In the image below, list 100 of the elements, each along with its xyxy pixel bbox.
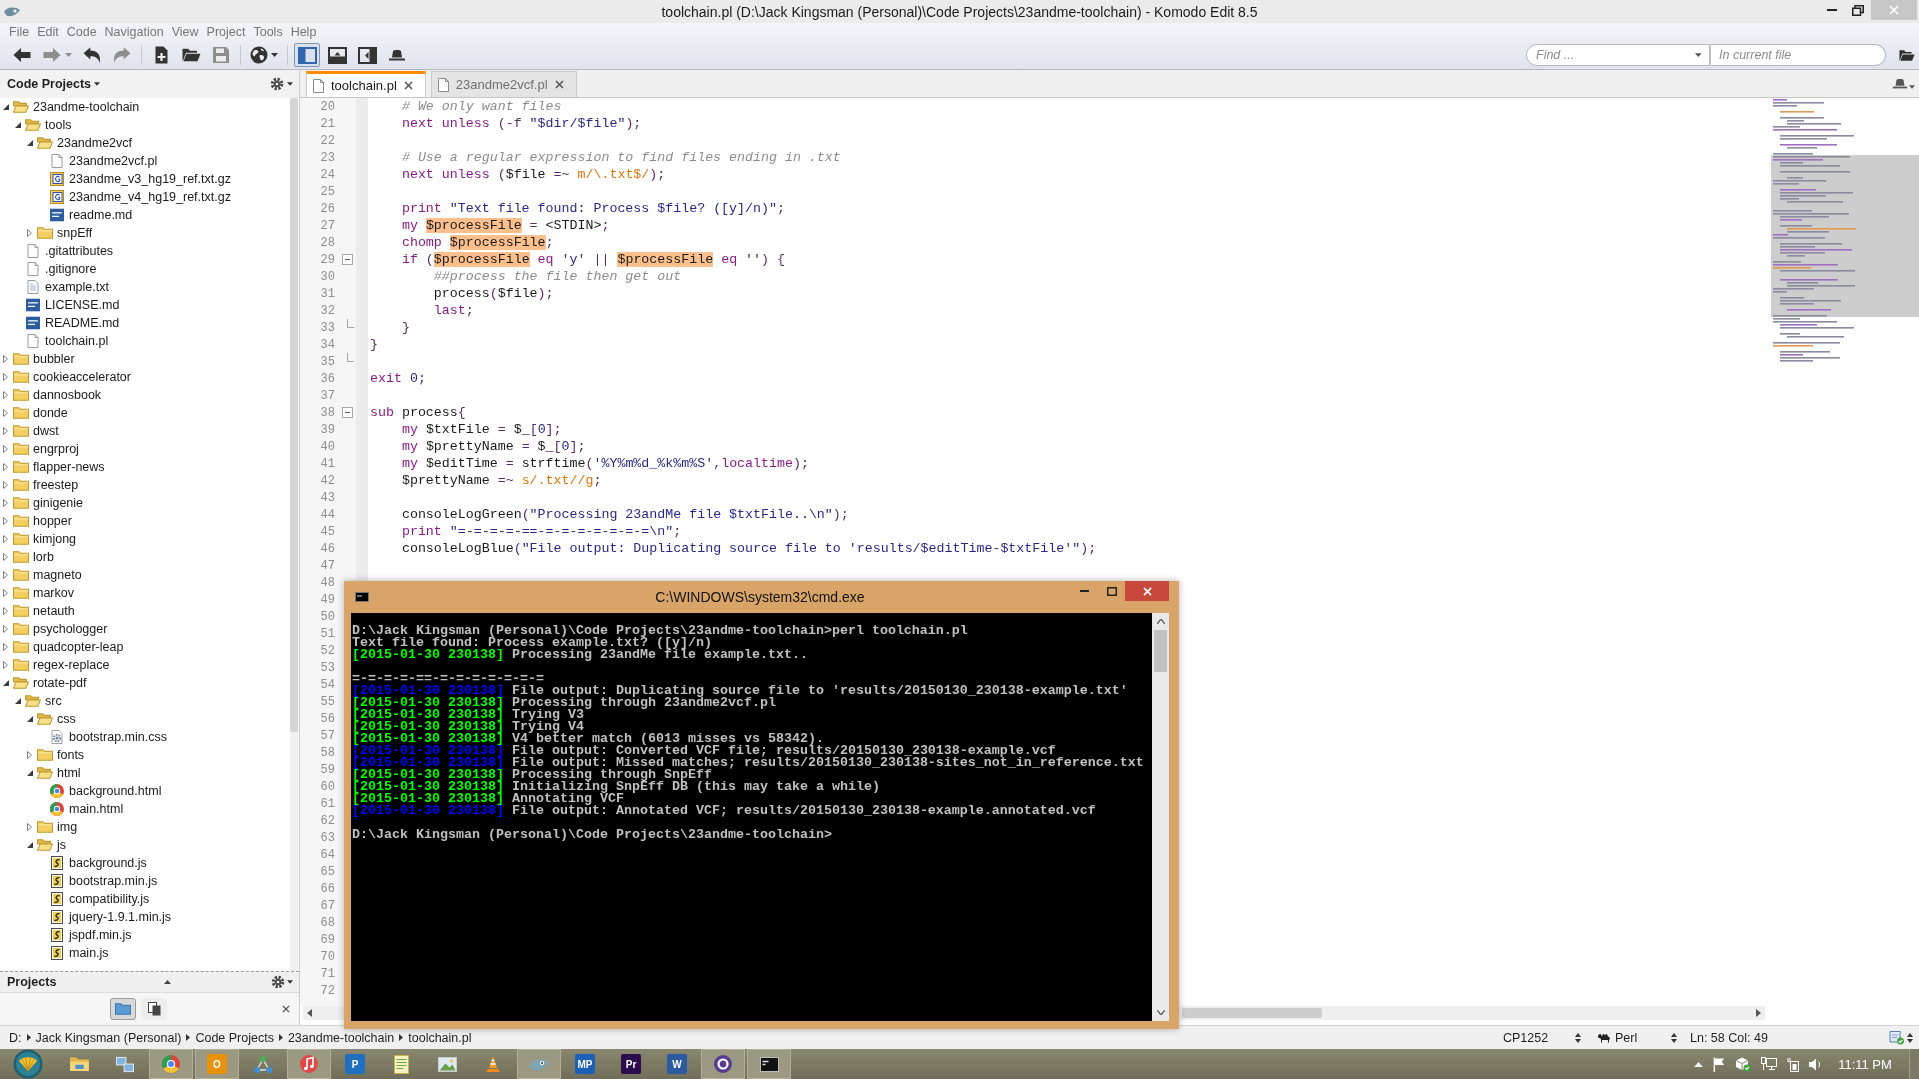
tree-item[interactable]: toolchain.pl xyxy=(0,332,290,350)
caret-up-icon[interactable] xyxy=(163,980,171,984)
triangle-down-icon[interactable] xyxy=(15,698,21,704)
menu-item[interactable]: File xyxy=(9,25,30,39)
caret-down-icon[interactable] xyxy=(1695,53,1702,57)
close-icon[interactable] xyxy=(403,81,413,90)
menu-item[interactable]: Tools xyxy=(253,25,283,39)
triangle-right-icon[interactable] xyxy=(3,571,8,579)
tree-item[interactable]: regex-replace xyxy=(0,656,290,674)
breadcrumb[interactable]: Code Projects xyxy=(195,1030,274,1045)
caret-down-icon[interactable] xyxy=(287,980,293,984)
tree-item[interactable]: 23andme2vcf.pl xyxy=(0,152,290,170)
triangle-right-icon[interactable] xyxy=(3,409,8,417)
triangle-right-icon[interactable] xyxy=(3,517,8,525)
taskbar-button[interactable]: Pr xyxy=(609,1049,653,1079)
triangle-right-icon[interactable] xyxy=(3,355,8,363)
tree-item[interactable]: background.js xyxy=(0,854,290,872)
scrollbar-thumb[interactable] xyxy=(290,98,298,732)
close-icon[interactable] xyxy=(554,80,564,89)
tree-item[interactable]: background.html xyxy=(0,782,290,800)
menu-item[interactable]: Help xyxy=(290,25,317,39)
tree-item[interactable]: .gitignore xyxy=(0,260,290,278)
triangle-right-icon[interactable] xyxy=(3,553,8,561)
menu-item[interactable]: Edit xyxy=(37,25,59,39)
caret-left-icon[interactable] xyxy=(307,1009,312,1017)
menu-item[interactable]: View xyxy=(171,25,199,39)
box-check-icon[interactable] xyxy=(1735,1056,1751,1072)
tree-item[interactable]: 23andme2vcf xyxy=(0,134,290,152)
triangle-right-icon[interactable] xyxy=(27,823,32,831)
tab[interactable]: 23andme2vcf.pl xyxy=(430,71,577,97)
tree-item[interactable]: flapper-news xyxy=(0,458,290,476)
close-button[interactable] xyxy=(1125,581,1169,601)
tree-item[interactable]: dannosbook xyxy=(0,386,290,404)
triangle-down-icon[interactable] xyxy=(3,104,9,110)
triangle-down-icon[interactable] xyxy=(27,140,33,146)
breadcrumb[interactable]: D: xyxy=(9,1030,22,1045)
tree-item[interactable]: jspdf.min.js xyxy=(0,926,290,944)
tree-item[interactable]: README.md xyxy=(0,314,290,332)
tree-item[interactable]: psychologger xyxy=(0,620,290,638)
tree-item[interactable]: img xyxy=(0,818,290,836)
tree-item[interactable]: 23andme_v3_hg19_ref.txt.gz xyxy=(0,170,290,188)
search-field[interactable]: Find ... xyxy=(1526,44,1710,66)
search-input[interactable]: Find ... xyxy=(1536,47,1692,63)
view-button[interactable] xyxy=(141,998,167,1020)
tree-item[interactable]: main.js xyxy=(0,944,290,962)
settings-icon[interactable] xyxy=(271,975,285,989)
tree-item[interactable]: ginigenie xyxy=(0,494,290,512)
scope-field[interactable]: In current file xyxy=(1710,44,1886,66)
breadcrumb[interactable]: toolchain.pl xyxy=(408,1030,472,1045)
tab[interactable]: toolchain.pl xyxy=(306,71,426,97)
taskbar-button[interactable] xyxy=(701,1049,745,1079)
caret-up-icon[interactable] xyxy=(1156,619,1165,624)
scrollbar-thumb[interactable] xyxy=(1154,630,1167,672)
triangle-right-icon[interactable] xyxy=(3,499,8,507)
tree-item[interactable]: 23andme-toolchain xyxy=(0,98,290,116)
caret-down-icon[interactable] xyxy=(1156,1010,1165,1015)
tree-item[interactable]: LICENSE.md xyxy=(0,296,290,314)
tree-item[interactable]: fonts xyxy=(0,746,290,764)
triangle-right-icon[interactable] xyxy=(3,391,8,399)
tree-item[interactable]: cookieaccelerator xyxy=(0,368,290,386)
caret-down-icon[interactable] xyxy=(287,82,293,86)
scrollbar[interactable] xyxy=(1152,613,1169,1021)
taskbar-button[interactable]: W xyxy=(655,1049,699,1079)
folder-open-icon[interactable] xyxy=(1899,48,1915,62)
tree-item[interactable]: bootstrap.min.css xyxy=(0,728,290,746)
left-pane-toggle[interactable] xyxy=(294,43,320,67)
hat-icon[interactable] xyxy=(1892,78,1908,89)
tree-item[interactable]: freestep xyxy=(0,476,290,494)
scope-input[interactable]: In current file xyxy=(1719,47,1877,63)
menu-item[interactable]: Navigation xyxy=(104,25,164,39)
flag-icon[interactable] xyxy=(1713,1056,1725,1072)
tree-item[interactable]: magneto xyxy=(0,566,290,584)
triangle-right-icon[interactable] xyxy=(3,463,8,471)
breadcrumb[interactable]: Jack Kingsman (Personal) xyxy=(35,1030,182,1045)
breadcrumb[interactable]: 23andme-toolchain xyxy=(287,1030,395,1045)
triangle-down-icon[interactable] xyxy=(3,680,9,686)
triangle-right-icon[interactable] xyxy=(3,625,8,633)
battery-icon[interactable] xyxy=(1787,1056,1799,1072)
tree-item[interactable]: hopper xyxy=(0,512,290,530)
taskbar-button[interactable]: MP xyxy=(563,1049,607,1079)
taskbar-button[interactable] xyxy=(747,1049,791,1079)
tree-item[interactable]: snpEff xyxy=(0,224,290,242)
triangle-right-icon[interactable] xyxy=(3,643,8,651)
encoding-dropdown[interactable]: CP1252 xyxy=(1503,1030,1581,1045)
tree-item[interactable]: html xyxy=(0,764,290,782)
tree-item[interactable]: engrproj xyxy=(0,440,290,458)
settings-icon[interactable] xyxy=(270,77,284,91)
tree-item[interactable]: quadcopter-leap xyxy=(0,638,290,656)
tree-item[interactable]: rotate-pdf xyxy=(0,674,290,692)
triangle-right-icon[interactable] xyxy=(27,751,32,759)
clock[interactable]: 11:11 PM xyxy=(1835,1056,1895,1072)
caret-down-icon[interactable] xyxy=(1909,85,1915,89)
speaker-icon[interactable] xyxy=(1809,1057,1823,1071)
menu-item[interactable]: Code xyxy=(66,25,97,39)
tree-item[interactable]: lorb xyxy=(0,548,290,566)
triangle-right-icon[interactable] xyxy=(3,535,8,543)
menu-item[interactable]: Project xyxy=(206,25,246,39)
language-dropdown[interactable]: Perl xyxy=(1597,1030,1677,1045)
tree-item[interactable]: .gitattributes xyxy=(0,242,290,260)
collapse-icon[interactable] xyxy=(341,254,353,265)
